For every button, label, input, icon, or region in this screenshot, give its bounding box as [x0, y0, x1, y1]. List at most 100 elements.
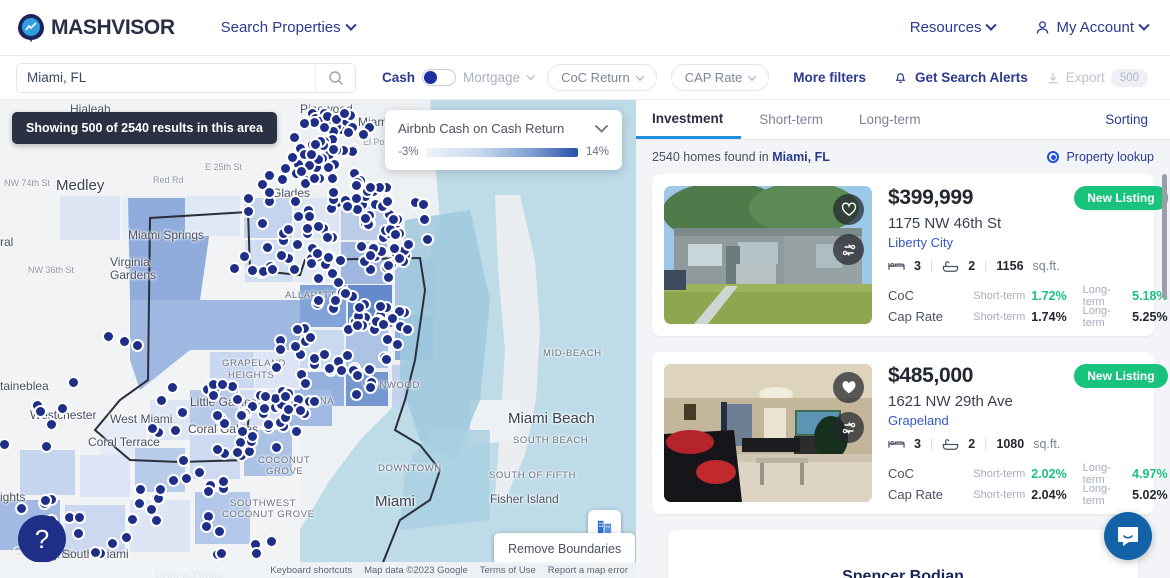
map-property-marker[interactable]	[259, 390, 272, 403]
map-legend[interactable]: Airbnb Cash on Cash Return -3% 14%	[385, 110, 622, 170]
compare-button[interactable]	[833, 412, 864, 443]
map-property-marker[interactable]	[321, 231, 334, 244]
map-property-marker[interactable]	[213, 525, 226, 538]
map-property-marker[interactable]	[67, 376, 80, 389]
logo[interactable]: MASHVISOR	[18, 14, 175, 42]
property-thumbnail[interactable]	[664, 364, 872, 502]
map-property-marker[interactable]	[322, 161, 335, 174]
property-neighborhood[interactable]: Liberty City	[888, 235, 1168, 250]
property-lookup-button[interactable]: Property lookup	[1047, 150, 1154, 164]
map-property-marker[interactable]	[150, 514, 163, 527]
map-property-marker[interactable]	[342, 126, 355, 139]
map-property-marker[interactable]	[217, 475, 230, 488]
map-property-marker[interactable]	[246, 264, 259, 277]
map-property-marker[interactable]	[246, 430, 259, 443]
search-button[interactable]	[315, 64, 355, 92]
get-search-alerts-button[interactable]: Get Search Alerts	[893, 70, 1028, 85]
map-property-marker[interactable]	[312, 294, 325, 307]
map-property-marker[interactable]	[166, 381, 179, 394]
map-property-marker[interactable]	[298, 117, 311, 130]
map-property-marker[interactable]	[387, 213, 400, 226]
map-property-marker[interactable]	[167, 474, 180, 487]
map-property-marker[interactable]	[231, 393, 244, 406]
remove-boundaries-button[interactable]: Remove Boundaries	[494, 533, 635, 565]
map-area[interactable]: Showing 500 of 2540 results in this area…	[0, 100, 636, 578]
map-property-marker[interactable]	[350, 388, 363, 401]
map-property-marker[interactable]	[256, 217, 269, 230]
map-property-marker[interactable]	[351, 369, 364, 382]
map-property-marker[interactable]	[279, 390, 292, 403]
attribution-report-error[interactable]: Report a map error	[548, 565, 628, 576]
map-property-marker[interactable]	[322, 251, 335, 264]
export-button[interactable]: Export 500	[1046, 69, 1148, 87]
map-property-marker[interactable]	[299, 377, 312, 390]
map-property-marker[interactable]	[263, 169, 276, 182]
map-property-marker[interactable]	[133, 497, 146, 510]
property-card[interactable]: $399,999 New Listing 1175 NW 46th St Lib…	[652, 174, 1154, 336]
map-property-marker[interactable]	[288, 263, 301, 276]
map-property-marker[interactable]	[180, 472, 193, 485]
filter-cap-rate[interactable]: CAP Rate	[671, 64, 770, 91]
map-property-marker[interactable]	[56, 402, 69, 415]
map-property-marker[interactable]	[211, 443, 224, 456]
map-property-marker[interactable]	[294, 404, 307, 417]
favorite-button[interactable]	[833, 194, 864, 225]
map-property-marker[interactable]	[312, 220, 325, 233]
property-card[interactable]: $485,000 New Listing 1621 NW 29th Ave Gr…	[652, 352, 1154, 514]
payment-switch[interactable]	[422, 69, 456, 86]
results-scrollbar[interactable]	[1162, 174, 1167, 299]
search-input[interactable]	[17, 64, 315, 92]
map-property-marker[interactable]	[341, 200, 354, 213]
map-property-marker[interactable]	[338, 107, 351, 120]
filter-coc-return[interactable]: CoC Return	[547, 64, 657, 91]
attribution-keyboard-shortcuts[interactable]: Keyboard shortcuts	[270, 565, 352, 576]
map-property-marker[interactable]	[309, 138, 322, 151]
map-property-marker[interactable]	[211, 409, 224, 422]
tab-investment[interactable]: Investment	[636, 100, 741, 139]
sorting-button[interactable]: Sorting	[1105, 100, 1170, 139]
property-neighborhood[interactable]: Grapeland	[888, 413, 1168, 428]
map-property-marker[interactable]	[364, 381, 377, 394]
map-property-marker[interactable]	[318, 121, 331, 134]
map-property-marker[interactable]	[312, 272, 325, 285]
map-property-marker[interactable]	[73, 511, 86, 524]
map-property-marker[interactable]	[388, 242, 401, 255]
compare-button[interactable]	[833, 234, 864, 265]
map-property-marker[interactable]	[169, 424, 182, 437]
map-property-marker[interactable]	[308, 395, 321, 408]
map-property-marker[interactable]	[193, 466, 206, 479]
map-property-marker[interactable]	[341, 349, 354, 362]
map-property-marker[interactable]	[418, 213, 431, 226]
map-property-marker[interactable]	[155, 394, 168, 407]
map-property-marker[interactable]	[258, 402, 271, 415]
map-property-marker[interactable]	[106, 537, 119, 550]
map-property-marker[interactable]	[270, 441, 283, 454]
nav-my-account[interactable]: My Account	[1035, 19, 1148, 36]
tab-long-term[interactable]: Long-term	[841, 100, 939, 139]
map-property-marker[interactable]	[228, 262, 241, 275]
map-property-marker[interactable]	[250, 547, 263, 560]
agent-card[interactable]: Spencer Bodian	[668, 530, 1138, 578]
map-property-marker[interactable]	[318, 348, 331, 361]
favorite-button[interactable]	[833, 372, 864, 403]
nav-resources[interactable]: Resources	[910, 19, 996, 36]
map-property-marker[interactable]	[235, 409, 248, 422]
map-property-marker[interactable]	[359, 212, 372, 225]
map-property-marker[interactable]	[290, 425, 303, 438]
chat-widget-button[interactable]	[1104, 512, 1152, 560]
chevron-down-icon[interactable]	[594, 124, 609, 133]
map-property-marker[interactable]	[381, 195, 394, 208]
map-property-marker[interactable]	[304, 331, 317, 344]
map-property-marker[interactable]	[39, 494, 52, 507]
map-property-marker[interactable]	[177, 454, 190, 467]
map-property-marker[interactable]	[120, 531, 133, 544]
map-property-marker[interactable]	[45, 418, 58, 431]
map-property-marker[interactable]	[261, 241, 274, 254]
nav-search-properties[interactable]: Search Properties	[221, 19, 355, 36]
map-property-marker[interactable]	[275, 249, 288, 262]
map-property-marker[interactable]	[15, 502, 28, 515]
map-property-marker[interactable]	[118, 335, 131, 348]
map-property-marker[interactable]	[391, 338, 404, 351]
map-property-marker[interactable]	[34, 405, 47, 418]
map-property-marker[interactable]	[421, 233, 434, 246]
